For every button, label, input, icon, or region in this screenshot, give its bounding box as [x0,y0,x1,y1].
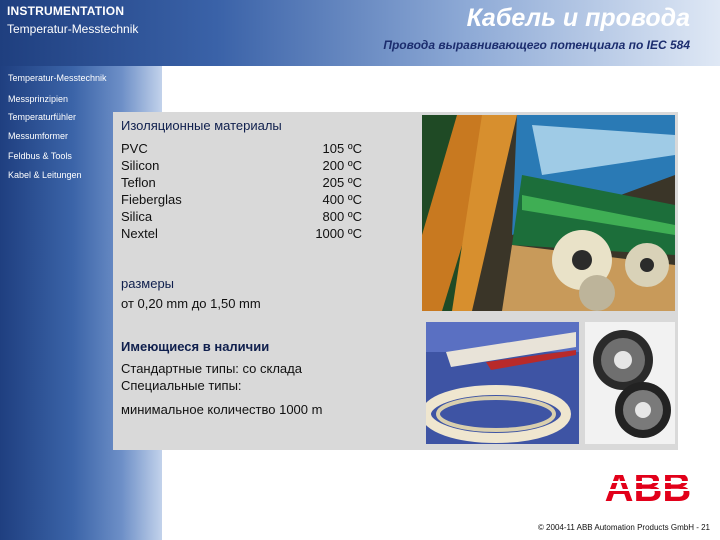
brand-title: INSTRUMENTATION [7,4,125,18]
wire-reels-photo [585,322,675,444]
availability-standard: Стандартные типы: со склада [121,361,302,376]
abb-logo: ABB [603,465,693,510]
availability-special: Специальные типы: [121,378,242,393]
material-label: Fieberglas [121,192,182,207]
wire-coil-photo [426,322,579,444]
sizes-title: размеры [121,276,175,291]
availability-title: Имеющиеся в наличии [121,339,270,354]
nav-item-messprinzipien[interactable]: Messprinzipien [8,94,68,104]
material-temp: 105 ºC [322,141,362,156]
header-bar: INSTRUMENTATION Temperatur-Messtechnik К… [0,0,720,66]
svg-text:ABB: ABB [605,466,692,505]
material-label: Nextel [121,226,158,241]
brand-subtitle: Temperatur-Messtechnik [7,22,139,36]
insulation-title: Изоляционные материалы [121,118,282,133]
sizes-range: от 0,20 mm до 1,50 mm [121,296,261,311]
nav-item-temperatur-messtechnik[interactable]: Temperatur-Messtechnik [8,73,107,83]
material-temp: 400 ºC [322,192,362,207]
material-temp: 1000 ºC [315,226,362,241]
nav-item-kabel-leitungen[interactable]: Kabel & Leitungen [8,170,82,180]
material-label: Silicon [121,158,160,173]
availability-min-qty: минимальное количество 1000 m [121,402,323,417]
material-label: Silica [121,209,153,224]
material-label: Teflon [121,175,156,190]
cable-spools-photo [422,115,675,311]
material-label: PVC [121,141,148,156]
material-temp: 200 ºC [322,158,362,173]
page-title: Кабель и провода [466,4,690,32]
footer-copyright: © 2004-11 ABB Automation Products GmbH -… [537,523,710,532]
material-temp: 205 ºC [322,175,362,190]
nav-item-feldbus-tools[interactable]: Feldbus & Tools [8,151,72,161]
material-temp: 800 ºC [322,209,362,224]
page-subtitle: Провода выравнивающего потенциала по IEC… [383,38,690,52]
nav-item-temperaturfuehler[interactable]: Temperaturfühler [8,112,76,122]
nav-item-messumformer[interactable]: Messumformer [8,131,68,141]
